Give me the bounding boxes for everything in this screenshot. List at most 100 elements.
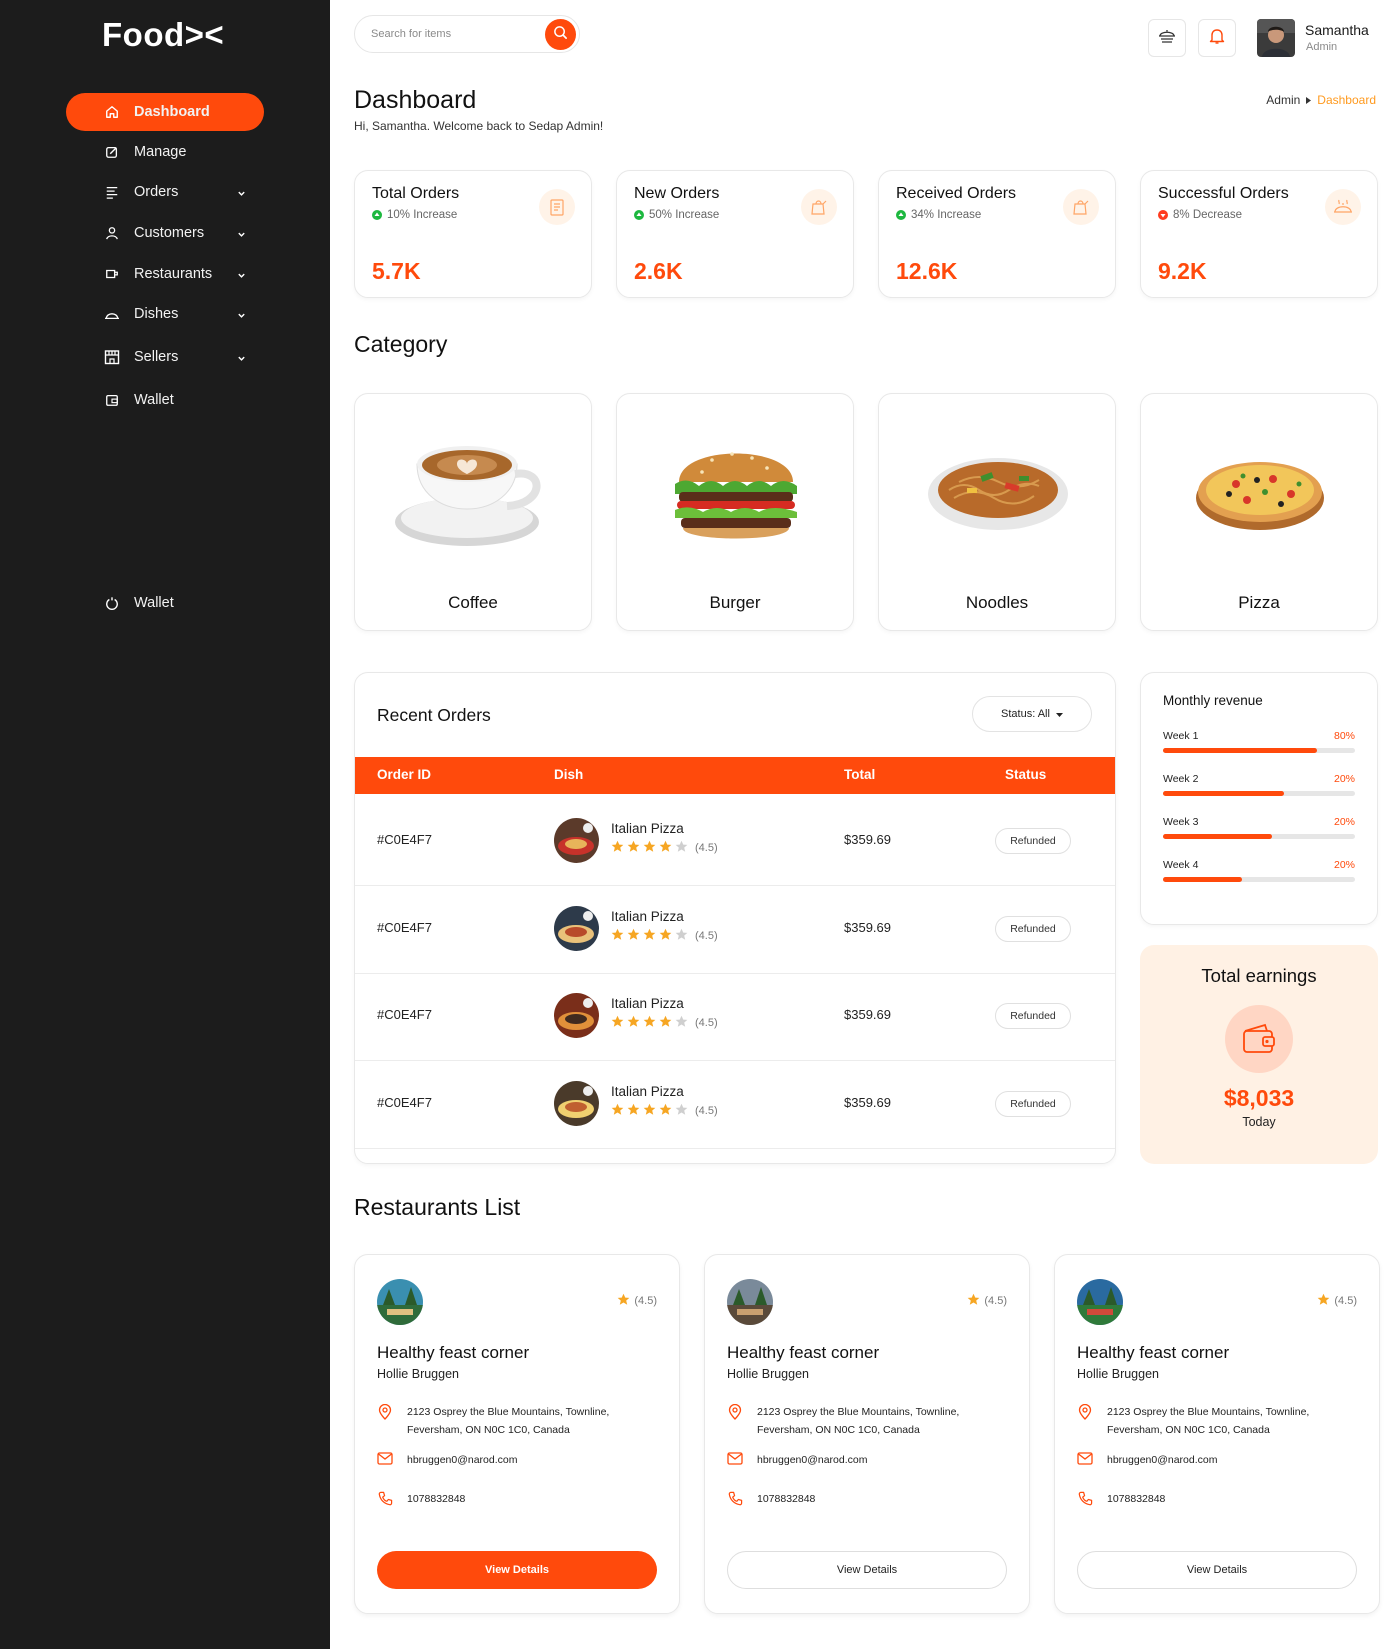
email-text[interactable]: hbruggen0@narod.com — [757, 1451, 867, 1469]
dish-name: Italian Pizza — [611, 1083, 684, 1099]
progress-track — [1163, 791, 1355, 796]
rating-value: (4.5) — [695, 1017, 718, 1029]
progress-track — [1163, 748, 1355, 753]
sidebar-item-customers[interactable]: Customers — [66, 214, 264, 252]
email-text[interactable]: hbruggen0@narod.com — [1107, 1451, 1217, 1469]
breadcrumb-parent[interactable]: Admin — [1266, 93, 1300, 107]
coffee-image — [395, 424, 553, 554]
star-icon — [643, 1015, 656, 1031]
sidebar-item-restaurants[interactable]: Restaurants — [66, 255, 264, 293]
view-details-button[interactable]: View Details — [727, 1551, 1007, 1589]
total-earnings-card: Total earnings $8,033 Today — [1140, 945, 1378, 1164]
rating-value: (4.5) — [984, 1295, 1007, 1307]
status-badge: Refunded — [995, 1090, 1071, 1117]
power-icon — [104, 595, 120, 611]
table-row[interactable]: #C0E4F7 Italian Pizza (4.5) $359.69 Refunded — [355, 794, 1115, 886]
welcome-text: Hi, Samantha. Welcome back to Sedap Admi… — [354, 119, 604, 133]
chevron-down-icon[interactable] — [237, 186, 246, 202]
category-card-noodles[interactable]: Noodles — [878, 393, 1116, 631]
column-header: Status — [1005, 767, 1047, 782]
restaurant-rating: (4.5) — [1317, 1293, 1357, 1309]
stat-card-total-orders: Total Orders 10% Increase 5.7K — [354, 170, 592, 298]
restaurant-email: hbruggen0@narod.com — [727, 1451, 867, 1469]
phone-text[interactable]: 1078832848 — [757, 1490, 815, 1508]
wallet-icon — [1225, 1005, 1293, 1073]
week-label: Week 2 — [1163, 773, 1199, 785]
week-percent: 20% — [1333, 773, 1355, 785]
orders-tray-button[interactable] — [1148, 19, 1186, 57]
star-icon — [643, 840, 656, 856]
chevron-down-icon[interactable] — [237, 268, 246, 284]
status-filter-label: Status: All — [1001, 708, 1050, 720]
star-icon — [675, 840, 688, 856]
avatar[interactable] — [1257, 19, 1295, 57]
earnings-title: Total earnings — [1201, 965, 1317, 986]
category-label: Pizza — [1238, 593, 1280, 612]
star-icon — [617, 1293, 630, 1309]
dish-thumbnail — [554, 905, 599, 951]
list-icon — [104, 184, 120, 200]
search-input[interactable] — [371, 25, 531, 43]
phone-text[interactable]: 1078832848 — [1107, 1490, 1165, 1508]
rating-value: (4.5) — [695, 929, 718, 942]
breadcrumb-current: Dashboard — [1317, 93, 1376, 107]
category-card-burger[interactable]: Burger — [616, 393, 854, 631]
star-icon — [627, 1103, 640, 1119]
star-icon — [627, 928, 640, 944]
search-button[interactable] — [545, 19, 576, 50]
category-card-pizza[interactable]: Pizza — [1140, 393, 1378, 631]
chevron-down-icon[interactable] — [237, 351, 246, 367]
week-percent: 80% — [1333, 730, 1355, 742]
notifications-button[interactable] — [1198, 19, 1236, 57]
stat-delta: 50% Increase — [634, 209, 719, 221]
status-filter-dropdown[interactable]: Status: All — [972, 696, 1092, 732]
sidebar: Food>< Dashboard Manage Orders Customers… — [0, 0, 330, 1649]
sidebar-item-dishes[interactable]: Dishes — [66, 295, 264, 333]
bag-icon — [801, 189, 837, 225]
sidebar-item-label: Wallet — [134, 392, 174, 408]
cloche-icon — [1157, 26, 1177, 51]
table-row[interactable]: #C0E4F7 Italian Pizza (4.5) $359.69 Refunded — [355, 969, 1115, 1061]
sidebar-item-wallet[interactable]: Wallet — [66, 381, 264, 419]
dish-thumbnail — [554, 1080, 599, 1126]
chevron-down-icon[interactable] — [237, 308, 246, 324]
star-icon — [1317, 1293, 1330, 1309]
category-title: Category — [354, 331, 448, 357]
week-percent: 20% — [1333, 859, 1355, 871]
view-details-button[interactable]: View Details — [377, 1551, 657, 1589]
category-label: Burger — [709, 593, 761, 612]
email-text[interactable]: hbruggen0@narod.com — [407, 1451, 517, 1469]
restaurant-address: 2123 Osprey the Blue Mountains, Townline… — [1077, 1403, 1309, 1439]
cloche-icon — [1325, 189, 1361, 225]
breadcrumb: Admin Dashboard — [1266, 93, 1376, 107]
dish-name: Italian Pizza — [611, 908, 684, 924]
phone-text[interactable]: 1078832848 — [407, 1490, 465, 1508]
sidebar-item-orders[interactable]: Orders — [66, 173, 264, 211]
burger-image — [657, 424, 815, 554]
home-icon — [104, 104, 120, 120]
restaurant-phone: 1078832848 — [727, 1490, 815, 1508]
sidebar-item-dashboard[interactable]: Dashboard — [66, 93, 264, 131]
stat-value: 12.6K — [896, 258, 958, 284]
phone-icon — [377, 1490, 393, 1508]
column-header: Dish — [554, 767, 584, 782]
sidebar-item-sellers[interactable]: Sellers — [66, 338, 264, 376]
column-header: Order ID — [377, 767, 432, 782]
app-logo[interactable]: Food>< — [102, 16, 224, 54]
earnings-subtitle: Today — [1242, 1115, 1276, 1129]
category-label: Noodles — [965, 593, 1029, 612]
status-badge: Refunded — [995, 1003, 1071, 1029]
arrow-up-icon — [634, 210, 644, 220]
star-icon — [643, 928, 656, 944]
sidebar-item-label: Dishes — [134, 306, 179, 322]
sidebar-item-wallet-bottom[interactable]: Wallet — [66, 584, 264, 622]
category-card-coffee[interactable]: Coffee — [354, 393, 592, 631]
revenue-week: Week 1 80% — [1163, 730, 1355, 760]
chevron-down-icon[interactable] — [237, 227, 246, 243]
table-row[interactable]: #C0E4F7 Italian Pizza (4.5) $359.69 Refunded — [355, 1057, 1115, 1149]
restaurant-address: 2123 Osprey the Blue Mountains, Townline… — [727, 1403, 959, 1439]
sidebar-item-manage[interactable]: Manage — [66, 133, 264, 171]
restaurant-name: Healthy feast corner — [727, 1343, 880, 1362]
view-details-button[interactable]: View Details — [1077, 1551, 1357, 1589]
table-row[interactable]: #C0E4F7 Italian Pizza (4.5) $359.69 Refunded — [355, 882, 1115, 974]
